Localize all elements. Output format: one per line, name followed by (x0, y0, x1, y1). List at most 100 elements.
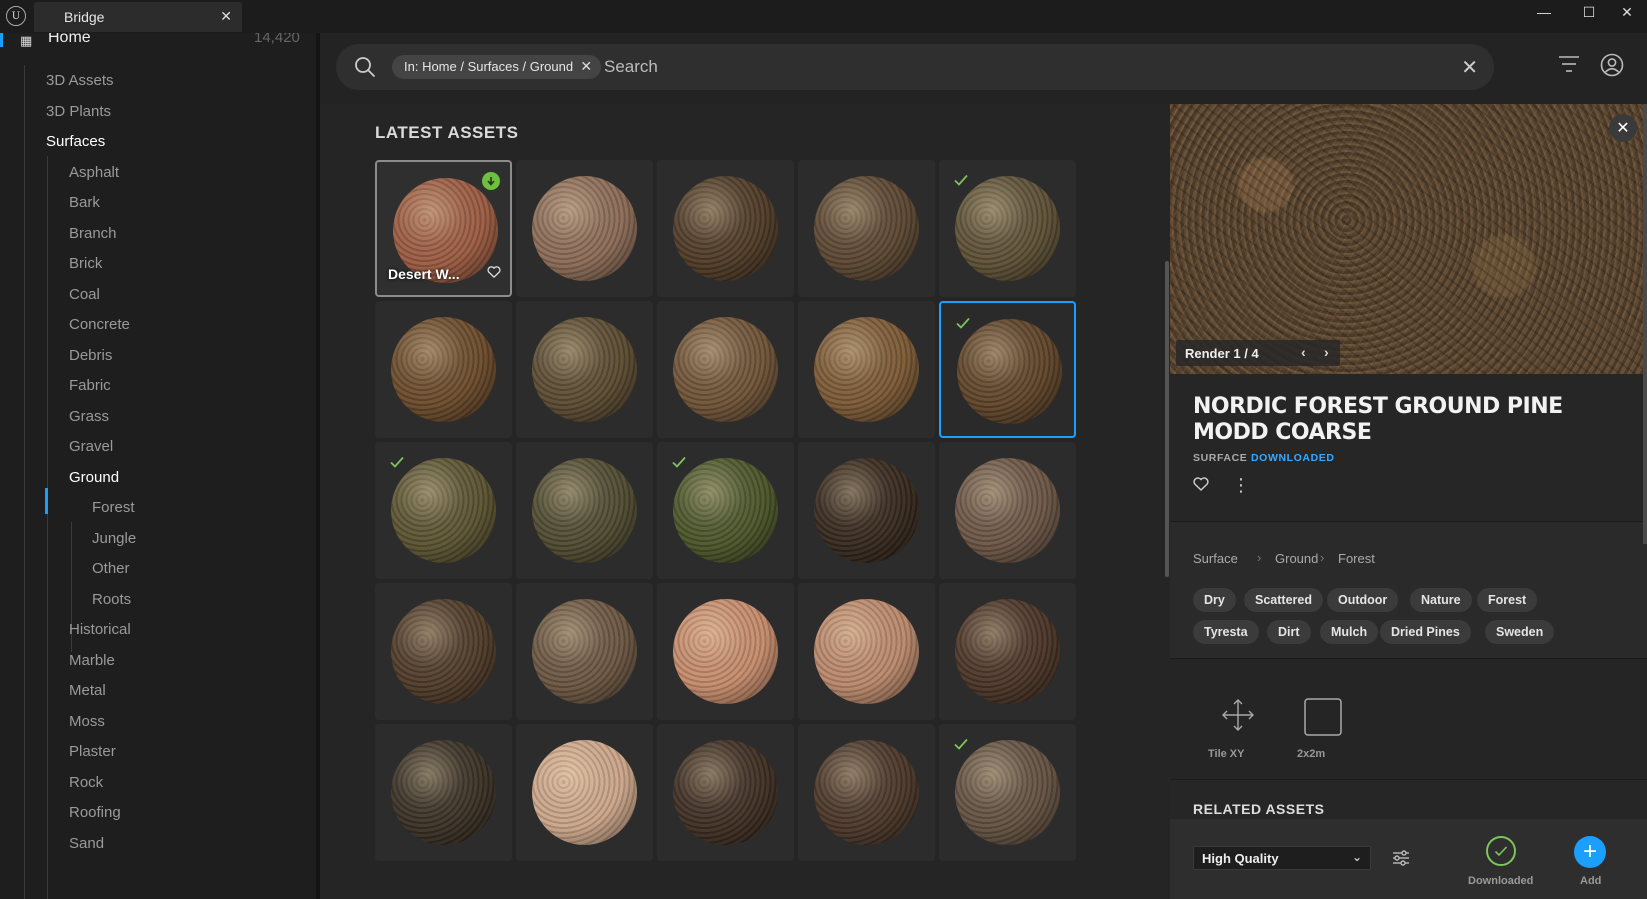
tag-chip[interactable]: Scattered (1244, 588, 1323, 612)
material-sphere (391, 740, 496, 845)
sidebar-item-forest[interactable]: Forest (92, 499, 135, 516)
sidebar-item-jungle[interactable]: Jungle (92, 530, 136, 547)
tag-chip[interactable]: Dirt (1267, 620, 1311, 644)
tag-chip[interactable]: Tyresta (1193, 620, 1259, 644)
asset-tile[interactable] (516, 724, 653, 861)
chevron-right-icon[interactable]: › (1324, 344, 1329, 360)
sidebar-item-historical[interactable]: Historical (69, 621, 131, 638)
asset-tile[interactable] (939, 442, 1076, 579)
add-button[interactable]: + (1574, 836, 1606, 868)
asset-tile[interactable] (375, 301, 512, 438)
sidebar-item-3d-assets[interactable]: 3D Assets (46, 72, 114, 89)
sidebar-item-surfaces[interactable]: Surfaces (46, 133, 105, 150)
heart-icon[interactable] (1193, 477, 1209, 491)
sidebar-item-roofing[interactable]: Roofing (69, 804, 121, 821)
asset-tile[interactable]: Desert W... (375, 160, 512, 297)
asset-tile[interactable] (939, 301, 1076, 438)
more-options-icon[interactable]: ⋮ (1232, 475, 1250, 496)
tag-chip[interactable]: Mulch (1320, 620, 1379, 644)
minimize-button[interactable]: — (1521, 0, 1567, 24)
asset-tile[interactable] (516, 442, 653, 579)
heart-icon[interactable] (487, 265, 501, 283)
asset-grid: LATEST ASSETS Desert W... (320, 104, 1170, 899)
sidebar-item-gravel[interactable]: Gravel (69, 438, 113, 455)
asset-tile[interactable] (657, 724, 794, 861)
asset-tile[interactable] (798, 442, 935, 579)
asset-tile[interactable] (939, 160, 1076, 297)
sidebar-item-ground[interactable]: Ground (69, 469, 119, 486)
sidebar: ▦ Home 14,420 3D Assets 3D Plants Surfaces… (0, 33, 318, 899)
tag-chip[interactable]: Outdoor (1327, 588, 1399, 612)
sidebar-item-moss[interactable]: Moss (69, 713, 105, 730)
filter-icon[interactable] (1558, 55, 1580, 73)
tag-chip[interactable]: Dried Pines (1380, 620, 1471, 644)
material-sphere (814, 458, 919, 563)
sidebar-item-rock[interactable]: Rock (69, 774, 103, 791)
asset-tile[interactable] (375, 724, 512, 861)
asset-preview-image: ✕ Render 1 / 4 ‹ › (1170, 104, 1647, 374)
detail-scrollbar[interactable] (1643, 104, 1647, 544)
tag-chip[interactable]: Dry (1193, 588, 1236, 612)
chevron-right-icon: › (1257, 550, 1262, 565)
sidebar-item-grass[interactable]: Grass (69, 408, 109, 425)
clear-search-icon[interactable]: ✕ (1461, 55, 1478, 80)
asset-tile[interactable] (657, 301, 794, 438)
sidebar-item-concrete[interactable]: Concrete (69, 316, 130, 333)
downloaded-button[interactable] (1486, 836, 1516, 866)
asset-tile[interactable] (798, 160, 935, 297)
sidebar-item-asphalt[interactable]: Asphalt (69, 164, 119, 181)
tab-close-icon[interactable]: ✕ (220, 8, 232, 25)
search-input[interactable] (604, 53, 1304, 81)
breadcrumb-item[interactable]: Forest (1338, 551, 1375, 566)
chevron-left-icon[interactable]: ‹ (1301, 344, 1306, 360)
sidebar-item-plaster[interactable]: Plaster (69, 743, 116, 760)
tag-chip[interactable]: Forest (1477, 588, 1538, 612)
tag-chip[interactable]: Sweden (1485, 620, 1555, 644)
sidebar-item-bark[interactable]: Bark (69, 194, 100, 211)
asset-tile[interactable] (798, 724, 935, 861)
download-icon[interactable] (482, 172, 500, 190)
asset-tile[interactable] (516, 160, 653, 297)
sidebar-item-3d-plants[interactable]: 3D Plants (46, 103, 111, 120)
asset-tile[interactable] (939, 724, 1076, 861)
asset-tile[interactable] (375, 583, 512, 720)
asset-tile[interactable] (657, 442, 794, 579)
sidebar-item-sand[interactable]: Sand (69, 835, 104, 852)
asset-tile[interactable] (657, 160, 794, 297)
sidebar-item-roots[interactable]: Roots (92, 591, 131, 608)
account-icon[interactable] (1600, 53, 1624, 77)
sidebar-item-other[interactable]: Other (92, 560, 130, 577)
sidebar-item-home[interactable]: ▦ Home 14,420 (0, 33, 318, 55)
tag-chip[interactable]: Nature (1410, 588, 1472, 612)
tab-bridge[interactable]: Bridge ✕ (34, 2, 242, 32)
asset-tile[interactable] (798, 301, 935, 438)
material-sphere (391, 599, 496, 704)
quality-select-value: High Quality (1202, 851, 1279, 866)
sliders-icon[interactable] (1392, 850, 1410, 866)
close-window-button[interactable]: ✕ (1604, 0, 1647, 24)
breadcrumb-item[interactable]: Surface (1193, 551, 1238, 566)
asset-tile[interactable] (516, 583, 653, 720)
asset-tile[interactable] (375, 442, 512, 579)
asset-tile[interactable] (939, 583, 1076, 720)
sidebar-item-coal[interactable]: Coal (69, 286, 100, 303)
asset-tile[interactable] (798, 583, 935, 720)
sidebar-item-brick[interactable]: Brick (69, 255, 102, 272)
close-panel-button[interactable]: ✕ (1609, 114, 1637, 142)
asset-tile[interactable] (657, 583, 794, 720)
asset-title: NORDIC FOREST GROUND PINE MODD COARSE (1193, 394, 1563, 445)
sidebar-item-debris[interactable]: Debris (69, 347, 112, 364)
sidebar-item-marble[interactable]: Marble (69, 652, 115, 669)
quality-select[interactable]: High Quality ⌄ (1193, 846, 1371, 870)
asset-tile[interactable] (516, 301, 653, 438)
close-icon[interactable]: ✕ (580, 58, 592, 75)
asset-detail-panel: ✕ Render 1 / 4 ‹ › NORDIC FOREST GROUND … (1170, 104, 1647, 899)
tree-guide (24, 65, 25, 899)
material-sphere (955, 599, 1060, 704)
filter-chip[interactable]: In: Home / Surfaces / Ground ✕ (392, 55, 602, 79)
sidebar-item-fabric[interactable]: Fabric (69, 377, 111, 394)
sidebar-item-metal[interactable]: Metal (69, 682, 106, 699)
grid-scrollbar[interactable] (1165, 261, 1169, 577)
breadcrumb-item[interactable]: Ground (1275, 551, 1318, 566)
sidebar-item-branch[interactable]: Branch (69, 225, 117, 242)
